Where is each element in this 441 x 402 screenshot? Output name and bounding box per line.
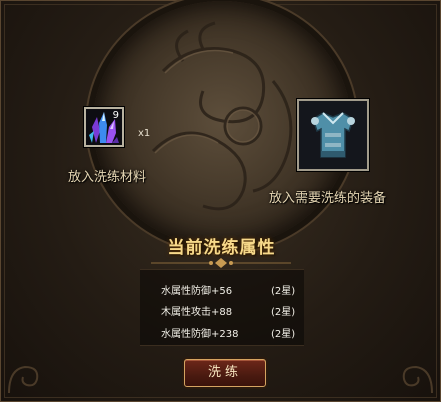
title-ornament-icon [151, 258, 291, 268]
attribute-stars: (2星) [271, 329, 296, 340]
attribute-row: 水属性防御+56 (2星) [161, 282, 295, 297]
refine-panel: 9 x1 放入洗练材料 放入需要洗练的装备 当前洗练属性 水属性防御+56 (2星… [0, 0, 441, 402]
attribute-name: 木属性攻击+88 [161, 307, 233, 318]
material-slot-label: 放入洗练材料 [68, 170, 147, 185]
armor-icon [299, 101, 367, 169]
attribute-stars: (2星) [271, 286, 296, 297]
attribute-row: 水属性防御+238 (2星) [161, 325, 295, 340]
attribute-name: 水属性防御+238 [161, 329, 239, 340]
corner-ornament-icon [402, 365, 433, 394]
corner-ornament-icon [8, 365, 39, 394]
equipment-slot-label: 放入需要洗练的装备 [269, 191, 387, 206]
material-multiplier: x1 [138, 128, 151, 139]
attribute-name: 水属性防御+56 [161, 286, 233, 297]
refine-button[interactable]: 洗练 [184, 359, 266, 387]
material-count: 9 [112, 110, 119, 121]
material-slot[interactable]: 9 [84, 107, 124, 147]
attributes-title: 当前洗练属性 [167, 238, 276, 258]
attribute-row: 木属性攻击+88 (2星) [161, 303, 295, 318]
equipment-slot[interactable] [297, 99, 369, 171]
attribute-stars: (2星) [271, 307, 296, 318]
